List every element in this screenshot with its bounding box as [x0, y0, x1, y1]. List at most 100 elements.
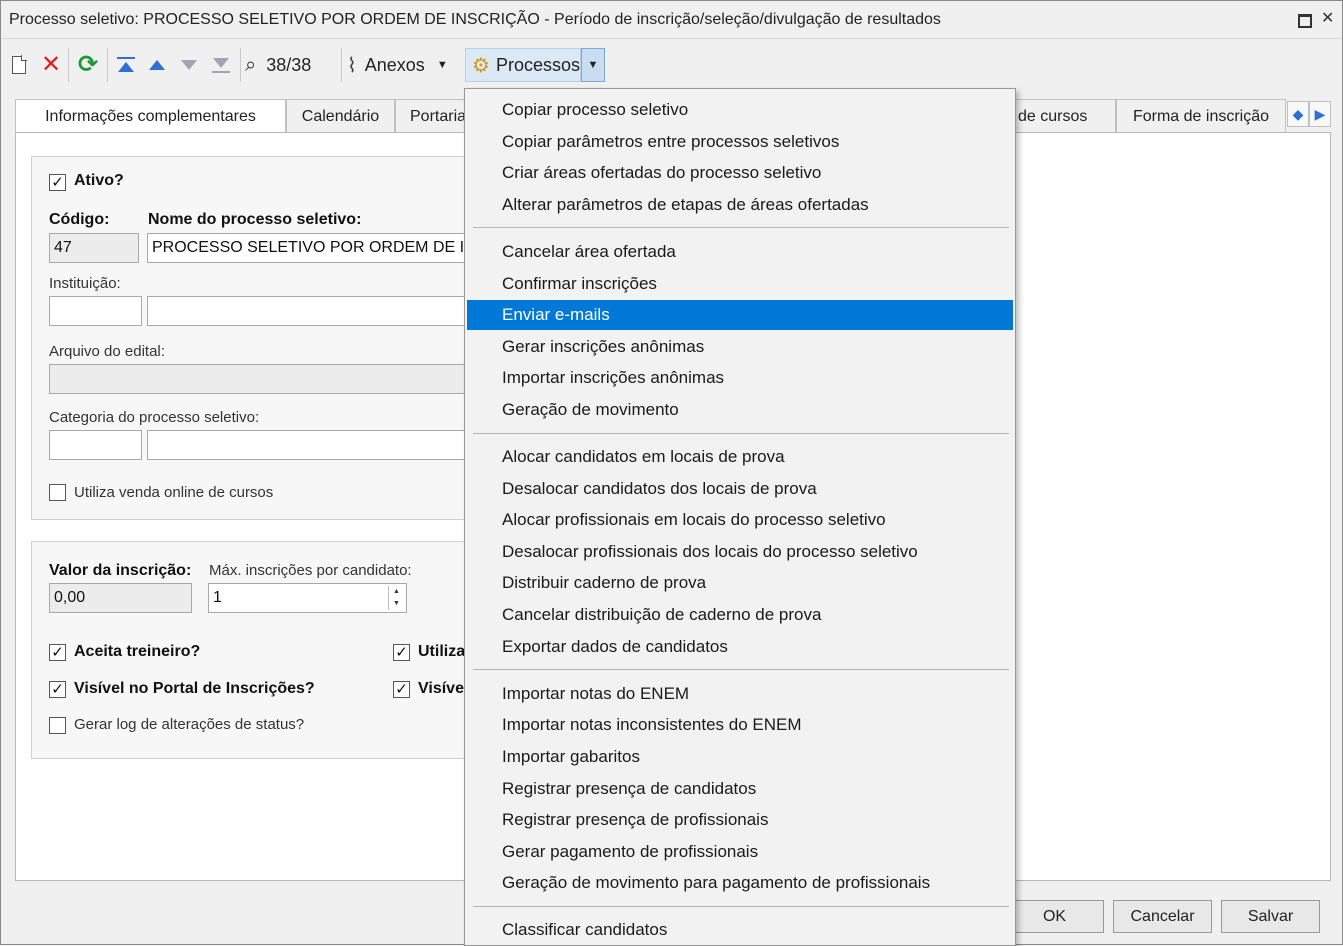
attachments-button[interactable]: ⌇ Anexos ▼: [347, 48, 463, 82]
menu-separator: [473, 905, 1009, 907]
online-sale-label: Utiliza venda online de cursos: [74, 484, 274, 501]
tab-scroll-left-icon[interactable]: ◆: [1287, 101, 1309, 127]
tab-label: Calendário: [301, 107, 380, 125]
menu-item[interactable]: Alocar candidatos em locais de prova: [467, 442, 1013, 472]
menu-item[interactable]: Copiar parâmetros entre processos seleti…: [467, 127, 1013, 157]
record-counter: 38/38: [266, 54, 312, 75]
menu-item[interactable]: Registrar presença de profissionais: [467, 805, 1013, 835]
toolbar-separator: [107, 48, 108, 82]
menu-item[interactable]: Geração de movimento: [467, 395, 1013, 425]
processes-label: Processos: [495, 54, 580, 75]
visible-portal-label: Visível no Portal de Inscrições?: [74, 680, 315, 697]
category-code-field[interactable]: [49, 430, 142, 460]
tab-label: Portaria: [410, 107, 467, 125]
last-record-button[interactable]: [208, 48, 234, 82]
menu-item[interactable]: Alocar profissionais em locais do proces…: [467, 505, 1013, 535]
menu-item[interactable]: Desalocar profissionais dos locais do pr…: [467, 537, 1013, 567]
menu-item[interactable]: Enviar e-mails: [467, 300, 1013, 331]
close-icon[interactable]: ✕: [1321, 11, 1335, 27]
arrow-down-icon: [179, 55, 199, 75]
menu-item[interactable]: Cancelar distribuição de caderno de prov…: [467, 600, 1013, 630]
menu-item[interactable]: Criar áreas ofertadas do processo seleti…: [467, 158, 1013, 188]
menu-item[interactable]: Classificar candidatos: [467, 915, 1013, 945]
restore-icon[interactable]: [1297, 12, 1312, 28]
new-document-icon: [12, 55, 27, 74]
window-title: Processo seletivo: PROCESSO SELETIVO POR…: [9, 11, 941, 28]
institution-code-field[interactable]: [49, 296, 142, 326]
menu-item[interactable]: Registrar presença de candidatos: [467, 774, 1013, 804]
menu-separator: [473, 669, 1009, 671]
new-record-button[interactable]: [7, 48, 31, 82]
tab-calendario[interactable]: Calendário: [286, 99, 395, 133]
first-record-button[interactable]: [113, 48, 139, 82]
menu-item[interactable]: Importar notas inconsistentes do ENEM: [467, 710, 1013, 740]
menu-item[interactable]: Gerar pagamento de profissionais: [467, 837, 1013, 867]
category-label: Categoria do processo seletivo:: [49, 409, 260, 426]
process-name-field[interactable]: PROCESSO SELETIVO POR ORDEM DE INSCRIÇÃO: [147, 233, 477, 263]
processes-dropdown-button[interactable]: ▼: [581, 48, 605, 82]
active-checkbox[interactable]: ✓: [49, 174, 66, 191]
chevron-down-icon: ▼: [587, 59, 599, 71]
refresh-icon: ⟳: [77, 51, 99, 78]
chevron-down-icon: ▼: [436, 59, 448, 71]
menu-item[interactable]: Exportar dados de candidatos: [467, 632, 1013, 662]
menu-item[interactable]: Confirmar inscrições: [467, 269, 1013, 299]
edital-file-field[interactable]: [49, 364, 477, 394]
menu-item[interactable]: Importar notas do ENEM: [467, 679, 1013, 709]
menu-item[interactable]: Alterar parâmetros de etapas de áreas of…: [467, 190, 1013, 220]
accepts-trainee-label: Aceita treineiro?: [74, 643, 201, 660]
binoculars-icon: ⌕: [245, 53, 257, 76]
menu-item[interactable]: Distribuir caderno de prova: [467, 568, 1013, 598]
tab-forma-de-inscricao[interactable]: Forma de inscrição: [1116, 99, 1286, 133]
delete-icon: ✕: [40, 51, 62, 78]
visible-checkbox[interactable]: ✓: [393, 681, 410, 698]
gear-icon: ⚙: [472, 54, 490, 77]
institution-label: Instituição:: [49, 275, 121, 292]
category-name-field[interactable]: [147, 430, 477, 460]
menu-item[interactable]: Gerar inscrições anônimas: [467, 332, 1013, 362]
main-window: Processo seletivo: PROCESSO SELETIVO POR…: [0, 0, 1343, 946]
next-record-button[interactable]: [176, 48, 202, 82]
active-label: Ativo?: [74, 172, 124, 189]
ok-button[interactable]: OK: [1005, 900, 1104, 933]
stepper-up-icon[interactable]: ▲: [389, 586, 404, 598]
menu-item[interactable]: Copiar processo seletivo: [467, 95, 1013, 125]
delete-record-button[interactable]: ✕: [38, 48, 64, 82]
menu-item[interactable]: Importar inscrições anônimas: [467, 363, 1013, 393]
visible-label: Visível: [418, 680, 469, 697]
menu-separator: [473, 432, 1009, 434]
stepper-arrows[interactable]: ▲ ▼: [388, 586, 404, 610]
visible-portal-checkbox[interactable]: ✓: [49, 681, 66, 698]
last-record-icon: [211, 55, 231, 75]
search-button[interactable]: ⌕ 38/38: [245, 48, 335, 82]
tab-cursos[interactable]: de cursos: [1005, 99, 1116, 133]
code-label: Código:: [49, 211, 110, 228]
edital-file-label: Arquivo do edital:: [49, 343, 165, 360]
refresh-button[interactable]: ⟳: [74, 48, 102, 82]
previous-record-button[interactable]: [144, 48, 170, 82]
tab-label: Forma de inscrição: [1132, 107, 1270, 125]
institution-name-field[interactable]: [147, 296, 477, 326]
menu-item[interactable]: Cancelar área ofertada: [467, 237, 1013, 267]
cancel-button[interactable]: Cancelar: [1113, 900, 1212, 933]
fee-field[interactable]: 0,00: [49, 583, 192, 613]
max-per-candidate-stepper[interactable]: 1 ▲ ▼: [208, 583, 407, 613]
uses-label: Utiliza: [418, 643, 466, 660]
tab-informacoes-complementares[interactable]: Informações complementares: [15, 99, 286, 133]
status-log-checkbox[interactable]: [49, 717, 66, 734]
online-sale-checkbox[interactable]: [49, 484, 66, 501]
toolbar-separator: [240, 48, 241, 82]
toolbar-separator: [341, 48, 342, 82]
uses-checkbox[interactable]: ✓: [393, 644, 410, 661]
accepts-trainee-checkbox[interactable]: ✓: [49, 644, 66, 661]
menu-item[interactable]: Desalocar candidatos dos locais de prova: [467, 474, 1013, 504]
tab-scroll-right-icon[interactable]: ▶: [1309, 101, 1331, 127]
processes-button[interactable]: ⚙ Processos: [465, 48, 581, 82]
toolbar: ✕ ⟳ ⌕ 38/38 ⌇ Anexos ▼ ⚙ Processos ▼: [1, 40, 1342, 90]
toolbar-separator: [68, 48, 69, 82]
stepper-down-icon[interactable]: ▼: [389, 598, 404, 610]
menu-item[interactable]: Importar gabaritos: [467, 742, 1013, 772]
save-button[interactable]: Salvar: [1221, 900, 1320, 933]
menu-item[interactable]: Geração de movimento para pagamento de p…: [467, 868, 1013, 898]
code-field[interactable]: 47: [49, 233, 139, 263]
